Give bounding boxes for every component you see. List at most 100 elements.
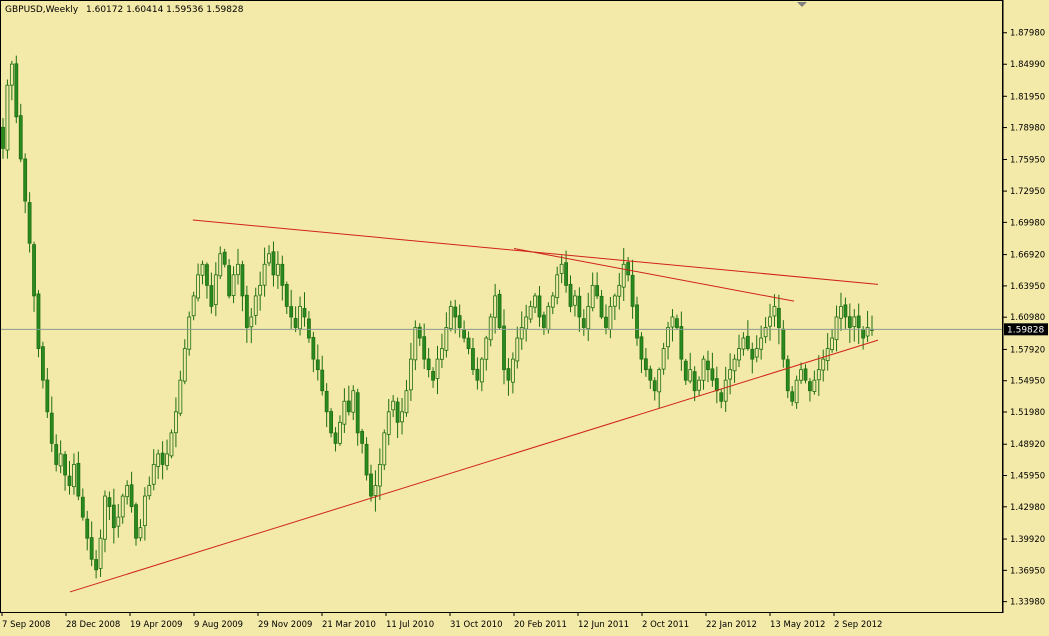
candle-body-bull	[612, 295, 617, 307]
candle-body-bear	[244, 294, 249, 328]
candle-body-bear	[471, 348, 475, 371]
candle-body-bull	[165, 453, 169, 467]
candle-body-bear	[160, 452, 165, 465]
candle-body-bear	[626, 262, 631, 276]
price-chart[interactable]: 1.87980 1.84990 1.81950 1.78980 1.75950 1.729…	[0, 0, 1049, 632]
candle-body-bull	[98, 537, 103, 569]
candle-body-bear	[422, 336, 427, 360]
candle-body-bull	[865, 327, 870, 337]
y-tick-label: 1.75950	[1010, 155, 1045, 165]
candle-body-bear	[222, 251, 227, 265]
candle	[5, 79, 10, 159]
candle-body-bear	[675, 318, 679, 328]
candle-body-bear	[80, 496, 85, 518]
candle-body-bear	[32, 244, 36, 297]
candle-body-bear	[293, 318, 298, 328]
candle-body-bear	[76, 462, 81, 497]
candle-body-bear	[18, 115, 23, 160]
candle-body-bull	[754, 348, 759, 358]
candle-body-bear	[36, 293, 41, 349]
chart-container[interactable]: 1.87980 1.84990 1.81950 1.78980 1.75950 1.729…	[0, 0, 1049, 632]
y-tick-label: 1.54950	[1010, 377, 1045, 387]
candle-body-bull	[147, 485, 152, 497]
candle-body-bull	[262, 263, 267, 286]
candle	[36, 290, 41, 358]
chart-header-ohlc: 1.60172 1.60414 1.59536 1.59828	[86, 5, 244, 15]
candle-body-bear	[324, 390, 329, 413]
candle-body-bear	[311, 336, 316, 360]
candle-body-bear	[369, 473, 373, 497]
candle-body-bull	[404, 390, 409, 414]
candle-body-bull	[249, 316, 254, 328]
candle-body-bull	[174, 411, 178, 434]
candle-body-bull	[218, 253, 223, 277]
x-tick-label: 22 Jan 2012	[706, 620, 757, 630]
candle-body-bear	[692, 371, 697, 392]
candle-body-bear	[364, 443, 369, 476]
x-tick-label: 2 Oct 2011	[642, 620, 689, 630]
candle	[329, 408, 333, 438]
candle-body-bear	[307, 318, 311, 339]
candle-body-bull	[338, 421, 342, 444]
x-tick-label: 28 Dec 2008	[66, 620, 120, 630]
candle	[191, 291, 196, 321]
candle-body-bull	[236, 263, 240, 276]
candle-body-bear	[395, 401, 400, 423]
candle-body-bull	[151, 464, 156, 485]
y-tick-label: 1.60980	[1010, 313, 1045, 323]
candle-body-bear	[329, 411, 333, 434]
candle-body-bear	[54, 444, 59, 465]
candle-body-bear	[280, 263, 285, 286]
candle-body-bear	[861, 329, 866, 339]
candle-body-bear	[652, 380, 657, 392]
candle-body-bull	[741, 337, 746, 350]
candle-body-bull	[772, 306, 777, 317]
candle-body-bear	[360, 430, 365, 444]
candle-body-bull	[351, 390, 356, 413]
candle-body-bear	[785, 359, 790, 392]
candle-body-bear	[843, 304, 848, 318]
candle-body-bull	[794, 379, 799, 404]
candle-body-bull	[723, 379, 728, 402]
candle-body-bull	[488, 316, 493, 341]
candle-body-bear	[497, 293, 502, 328]
candle-body-bull	[231, 274, 236, 296]
candle-body-bull	[528, 306, 533, 320]
candle-body-bear	[599, 295, 604, 318]
x-tick-label: 20 Feb 2011	[514, 620, 567, 630]
y-tick-label: 1.36950	[1010, 566, 1045, 576]
candle-body-bull	[852, 316, 857, 327]
candle-body-bear	[648, 368, 653, 381]
x-tick-label: 21 Mar 2010	[322, 620, 376, 630]
x-tick-label: 13 May 2012	[770, 620, 825, 630]
y-tick-label: 1.57920	[1010, 345, 1045, 355]
candle-body-bear	[134, 504, 138, 539]
candle-body-bear	[431, 370, 435, 381]
candle-body-bear	[1, 126, 5, 149]
candle-body-bear	[85, 518, 90, 539]
candle-body-bear	[27, 202, 32, 244]
candle-body-bear	[333, 432, 338, 444]
candle-body-bull	[413, 327, 418, 361]
candle-body-bear	[595, 285, 600, 297]
candle-body-bear	[67, 475, 72, 486]
candle-body-bear	[475, 368, 480, 381]
candle-body-bull	[524, 316, 529, 330]
y-tick-label: 1.51980	[1010, 408, 1045, 418]
candle-body-bear	[502, 325, 506, 371]
candle-body-bull	[138, 527, 143, 539]
candle-body-bull	[213, 274, 218, 306]
candle-body-bull	[555, 274, 560, 298]
candle-body-bear	[205, 264, 209, 286]
y-tick-label: 1.72950	[1010, 187, 1045, 197]
y-tick-label: 1.48920	[1010, 440, 1045, 450]
candle-body-bull	[546, 306, 551, 330]
y-tick-label: 1.45950	[1010, 472, 1045, 482]
candle-body-bull	[515, 337, 520, 362]
candle-body-bear	[706, 360, 710, 371]
candle-body-bear	[803, 368, 808, 381]
candle-body-bull	[444, 327, 449, 351]
candle-body-bull	[275, 263, 280, 276]
candle-body-bear	[209, 285, 214, 307]
candle-body-bear	[320, 369, 325, 392]
